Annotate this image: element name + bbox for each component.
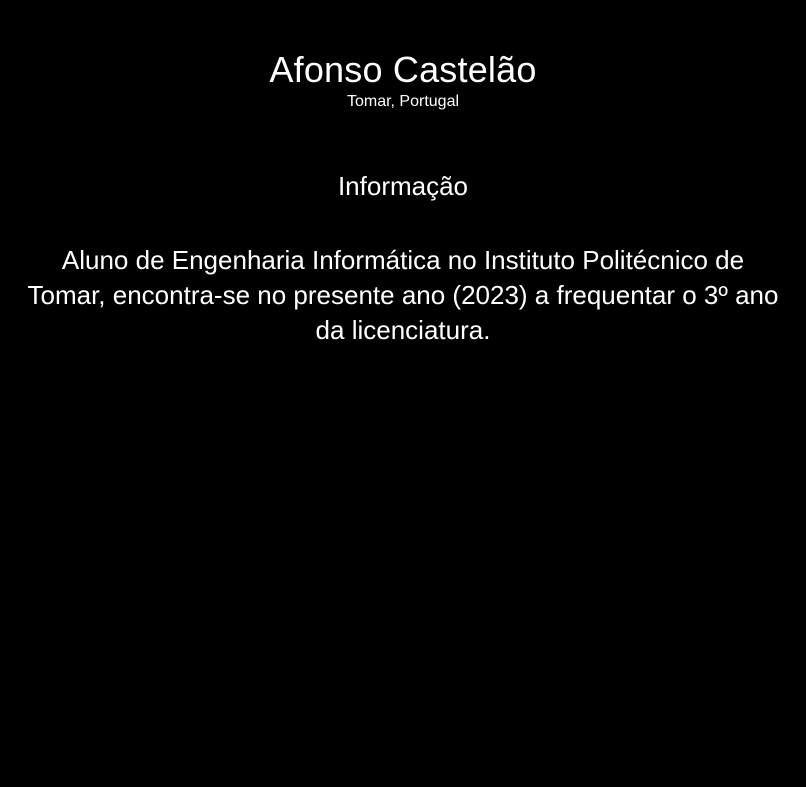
- profile-location: Tomar, Portugal: [346, 93, 460, 110]
- profile-page: Afonso Castelão Tomar, Portugal Informaç…: [0, 0, 806, 787]
- info-section-title: Informação: [337, 171, 469, 201]
- info-description: Aluno de Engenharia Informática no Insti…: [27, 245, 779, 345]
- profile-header: Afonso Castelão Tomar, Portugal: [0, 48, 806, 112]
- profile-name: Afonso Castelão: [269, 49, 537, 90]
